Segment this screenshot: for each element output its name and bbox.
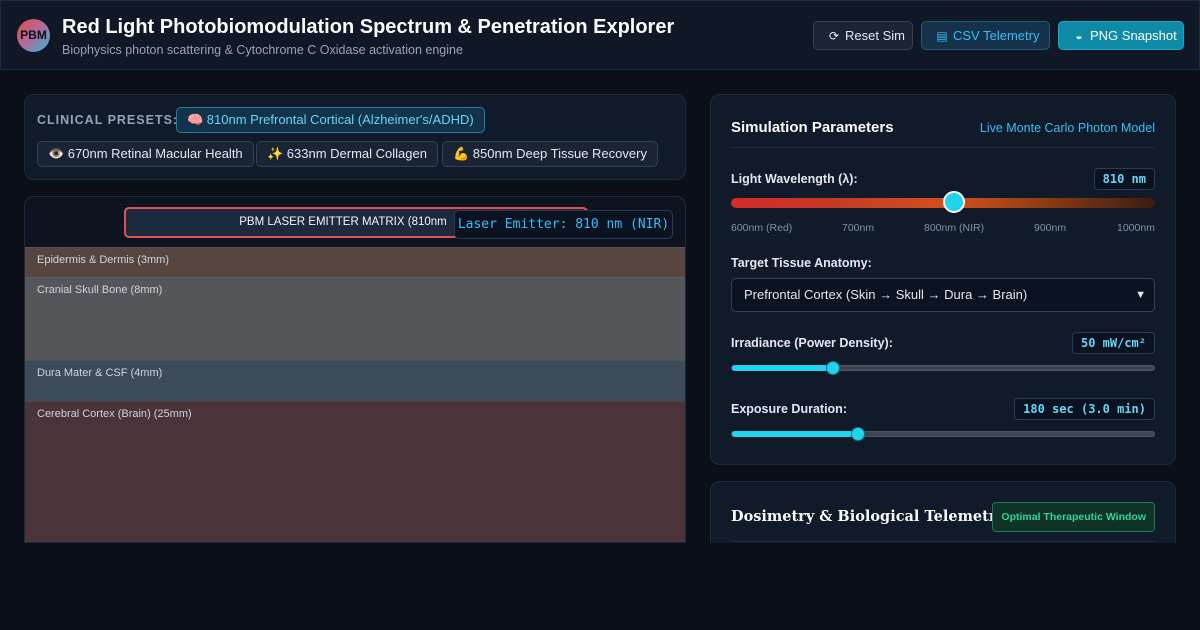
divider <box>731 541 1155 542</box>
irradiance-label: Irradiance (Power Density): <box>731 336 893 350</box>
preset-810nm-prefrontal[interactable]: 🧠 810nm Prefrontal Cortical (Alzheimer's… <box>176 107 485 133</box>
divider <box>731 147 1155 148</box>
reset-sim-label: Reset Sim <box>845 28 905 43</box>
wavelength-tick: 600nm (Red) <box>731 222 793 234</box>
layer-cerebral-cortex: Cerebral Cortex (Brain) (25mm) <box>25 401 685 542</box>
layer-dura-csf: Dura Mater & CSF (4mm) <box>25 360 685 401</box>
wavelength-tick: 700nm <box>842 222 875 234</box>
layer-label: Cranial Skull Bone (8mm) <box>37 284 163 296</box>
wavelength-tick: 1000nm <box>1117 222 1155 234</box>
page-title: Red Light Photobiomodulation Spectrum & … <box>62 16 675 38</box>
tissue-anatomy-select[interactable]: Prefrontal Cortex (Skin → Skull → Dura →… <box>731 278 1155 312</box>
model-tag: Live Monte Carlo Photon Model <box>979 121 1155 135</box>
duration-slider-thumb[interactable] <box>851 427 866 441</box>
layer-label: Cerebral Cortex (Brain) (25mm) <box>37 408 192 420</box>
reset-sim-button[interactable]: ⟳ Reset Sim <box>813 21 913 50</box>
presets-label: CLINICAL PRESETS: <box>37 113 179 127</box>
tissue-penetration-view: Epidermis & Dermis (3mm) Cranial Skull B… <box>24 196 686 543</box>
tissue-anatomy-label: Target Tissue Anatomy: <box>731 256 872 270</box>
layer-cranial-skull: Cranial Skull Bone (8mm) <box>25 277 685 360</box>
tissue-anatomy-selected: Prefrontal Cortex (Skin → Skull → Dura →… <box>744 287 1028 302</box>
irradiance-slider-thumb[interactable] <box>825 361 840 375</box>
irradiance-slider-track[interactable] <box>731 365 1155 371</box>
page-subtitle: Biophysics photon scattering & Cytochrom… <box>62 43 463 57</box>
duration-value: 180 sec (3.0 min) <box>1014 398 1155 420</box>
csv-telemetry-label: CSV Telemetry <box>953 28 1040 43</box>
duration-label: Exposure Duration: <box>731 402 847 416</box>
duration-slider-fill <box>732 431 860 437</box>
wavelength-slider-thumb[interactable] <box>942 191 965 213</box>
png-snapshot-button[interactable]: ◒ PNG Snapshot <box>1058 21 1184 50</box>
app-logo: PBM <box>17 19 50 52</box>
dosimetry-title: Dosimetry & Biological Telemetry <box>731 508 1005 525</box>
wavelength-tick: 900nm <box>1034 222 1067 234</box>
irradiance-slider-fill <box>732 365 834 371</box>
chevron-down-icon: ▼ <box>1135 289 1146 301</box>
simulation-parameters-panel: Simulation Parameters Live Monte Carlo P… <box>710 94 1176 465</box>
file-icon: ▤ <box>936 29 948 43</box>
wavelength-value: 810 nm <box>1093 168 1155 190</box>
camera-icon: ◒ <box>1075 29 1083 43</box>
dosimetry-panel: Dosimetry & Biological Telemetry Optimal… <box>710 481 1176 543</box>
layer-epidermis-dermis: Epidermis & Dermis (3mm) <box>25 247 685 277</box>
csv-telemetry-button[interactable]: ▤ CSV Telemetry <box>921 21 1050 50</box>
clinical-presets-panel: CLINICAL PRESETS: 🧠 810nm Prefrontal Cor… <box>24 94 686 180</box>
preset-633nm-dermal[interactable]: ✨ 633nm Dermal Collagen <box>256 141 438 167</box>
layer-label: Epidermis & Dermis (3mm) <box>37 254 170 266</box>
refresh-icon: ⟳ <box>828 29 840 43</box>
irradiance-value: 50 mW/cm² <box>1071 332 1155 354</box>
emitter-label: PBM LASER EMITTER MATRIX (810nm <box>239 216 447 228</box>
preset-850nm-deep-tissue[interactable]: 💪 850nm Deep Tissue Recovery <box>442 141 658 167</box>
wavelength-tick: 800nm (NIR) <box>924 222 985 234</box>
layer-label: Dura Mater & CSF (4mm) <box>37 367 163 379</box>
preset-670nm-retinal[interactable]: 👁️ 670nm Retinal Macular Health <box>37 141 254 167</box>
app-header: PBM Red Light Photobiomodulation Spectru… <box>0 0 1200 70</box>
duration-slider-track[interactable] <box>731 431 1155 437</box>
params-title: Simulation Parameters <box>731 119 894 136</box>
therapeutic-window-badge: Optimal Therapeutic Window <box>992 502 1155 532</box>
emitter-tooltip: Laser Emitter: 810 nm (NIR) <box>454 210 673 239</box>
png-snapshot-label: PNG Snapshot <box>1090 28 1177 43</box>
wavelength-label: Light Wavelength (λ): <box>731 172 858 186</box>
